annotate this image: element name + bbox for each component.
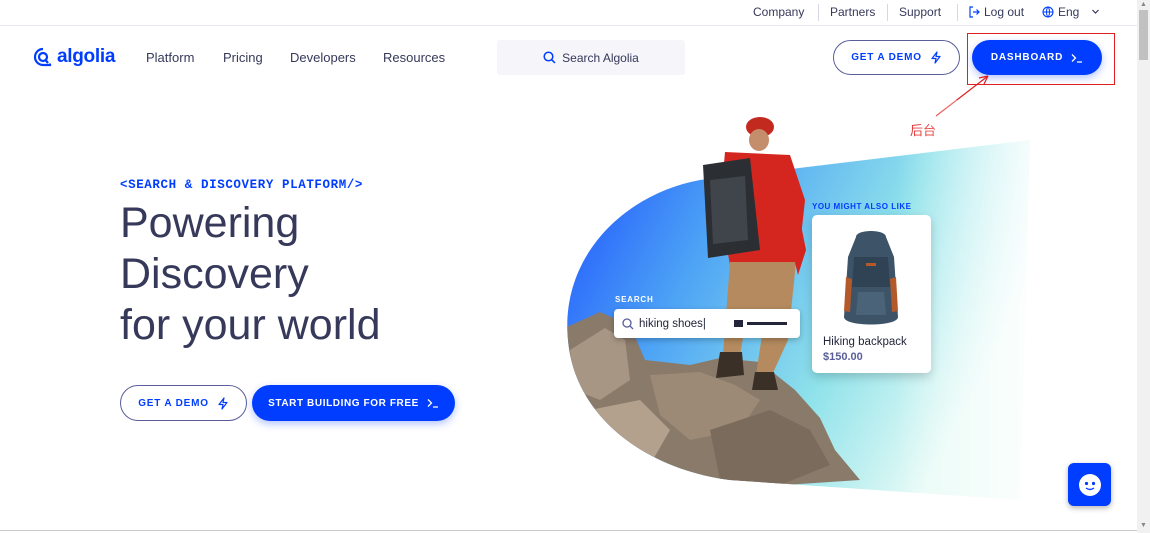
- search-icon: [622, 317, 634, 329]
- divider: [0, 530, 1137, 531]
- hero-illustration: [560, 100, 1040, 510]
- nav-developers[interactable]: Developers: [290, 50, 356, 65]
- scroll-up-arrow[interactable]: ▲: [1140, 1, 1147, 8]
- chat-widget-button[interactable]: [1068, 463, 1111, 506]
- headline-line-3: for your world: [120, 301, 381, 349]
- headline-line-2: Discovery: [120, 250, 309, 298]
- nav-resources[interactable]: Resources: [383, 50, 445, 65]
- hero-get-demo-label: GET A DEMO: [138, 397, 209, 409]
- partners-link[interactable]: Partners: [830, 5, 875, 19]
- start-building-button[interactable]: START BUILDING FOR FREE: [252, 385, 455, 421]
- hero-eyebrow: <SEARCH & DISCOVERY PLATFORM/>: [120, 178, 364, 192]
- algolia-logo-icon: [33, 47, 52, 67]
- lightning-icon: [218, 396, 228, 410]
- brand-logo-icon: [734, 320, 787, 327]
- chevron-down-icon: [1091, 9, 1099, 14]
- scroll-thumb[interactable]: [1139, 10, 1148, 60]
- get-demo-label: GET A DEMO: [851, 52, 922, 63]
- logout-label: Log out: [984, 5, 1025, 19]
- search-input[interactable]: Search Algolia: [497, 40, 685, 75]
- search-icon: [543, 51, 556, 64]
- logout-icon: [969, 6, 980, 18]
- utility-bar: Company Partners Support Log out Eng: [0, 0, 1137, 26]
- hero-headline: Powering Discovery for your world: [120, 198, 380, 351]
- search-demo-box: hiking shoes|: [614, 309, 800, 338]
- scroll-down-arrow[interactable]: ▼: [1140, 522, 1147, 529]
- company-link[interactable]: Company: [753, 5, 804, 19]
- terminal-icon: [427, 399, 438, 408]
- nav-platform[interactable]: Platform: [146, 50, 194, 65]
- globe-icon: [1042, 6, 1054, 18]
- search-placeholder: Search Algolia: [562, 50, 639, 65]
- language-label: Eng: [1058, 5, 1080, 19]
- divider: [957, 4, 958, 21]
- support-link[interactable]: Support: [899, 5, 941, 19]
- chat-bot-icon: [1078, 473, 1101, 496]
- language-selector[interactable]: Eng: [1042, 5, 1100, 19]
- also-like-heading: YOU MIGHT ALSO LIKE: [812, 202, 912, 211]
- start-building-label: START BUILDING FOR FREE: [268, 397, 419, 409]
- search-demo-query: hiking shoes|: [639, 317, 706, 330]
- logo-text: algolia: [57, 46, 116, 67]
- algolia-logo[interactable]: algolia: [33, 46, 115, 68]
- nav-pricing[interactable]: Pricing: [223, 50, 263, 65]
- search-demo-label: SEARCH: [615, 295, 654, 304]
- product-card: Hiking backpack $150.00: [812, 215, 931, 373]
- logout-link[interactable]: Log out: [968, 5, 1024, 19]
- product-name: Hiking backpack: [823, 336, 907, 348]
- hero-get-demo-button[interactable]: GET A DEMO: [120, 385, 247, 421]
- headline-line-1: Powering: [120, 199, 300, 247]
- lightning-icon: [931, 51, 941, 64]
- backpack-icon: [844, 231, 898, 325]
- divider: [887, 4, 888, 21]
- product-price: $150.00: [823, 351, 863, 363]
- page-scrollbar[interactable]: ▲ ▼: [1137, 0, 1150, 533]
- divider: [818, 4, 819, 21]
